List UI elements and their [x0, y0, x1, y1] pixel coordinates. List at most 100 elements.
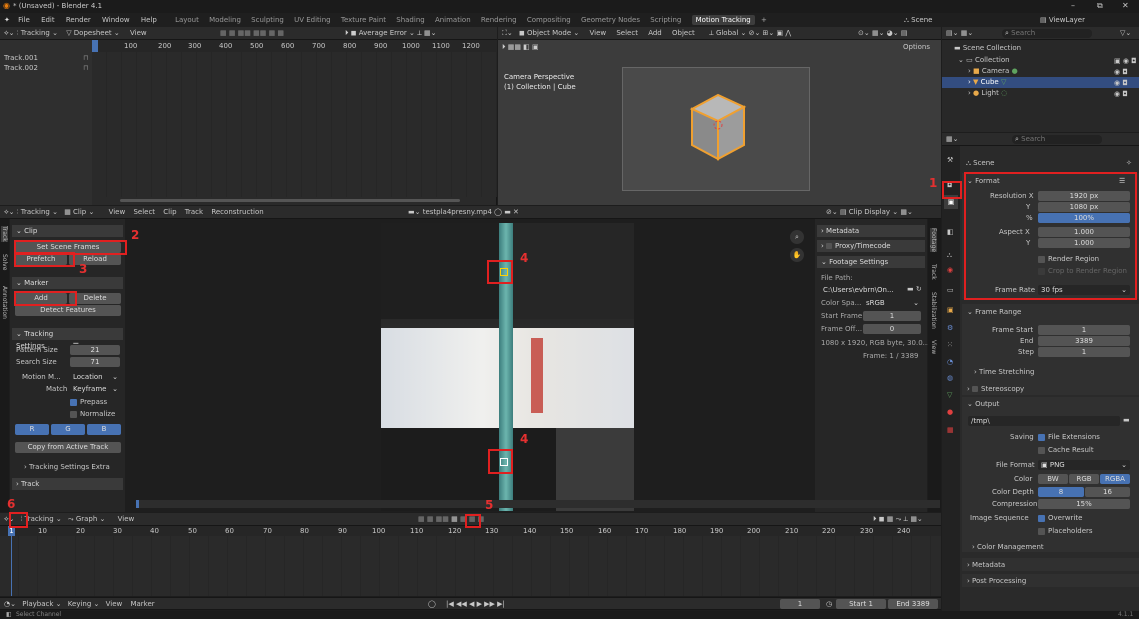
- frame-range-header[interactable]: ⌄ Frame Range: [967, 308, 1021, 316]
- color-rgb-button[interactable]: RGB: [1069, 474, 1099, 484]
- file-extensions-checkbox[interactable]: File Extensions: [1038, 433, 1100, 441]
- material-tab-icon[interactable]: ●: [947, 408, 953, 416]
- tab-texture-paint[interactable]: Texture Paint: [341, 13, 386, 27]
- clip-file-selector[interactable]: ▬⌄ testpla4presny.mp4 ◯ ▬ ✕: [408, 206, 519, 219]
- scene-selector[interactable]: ⛬ Scene: [904, 13, 932, 27]
- tracking-settings-extra-header[interactable]: › Tracking Settings Extra: [24, 463, 110, 471]
- view-layer-tab-icon[interactable]: ◧: [947, 228, 954, 236]
- post-processing-header[interactable]: › Post Processing: [967, 577, 1026, 585]
- copy-from-active-track-button[interactable]: Copy from Active Track: [15, 442, 121, 453]
- tab-solve[interactable]: Solve: [1, 254, 8, 270]
- tab-rendering[interactable]: Rendering: [481, 13, 517, 27]
- tab-geometry-nodes[interactable]: Geometry Nodes: [581, 13, 640, 27]
- clip-mode[interactable]: ⦙ Tracking ⌄: [17, 208, 60, 216]
- time-stretching-header[interactable]: › Time Stretching: [974, 368, 1034, 376]
- cache-result-checkbox[interactable]: Cache Result: [1038, 446, 1094, 454]
- menu-help[interactable]: Help: [141, 13, 157, 27]
- clip-menu-track[interactable]: Track: [185, 208, 203, 216]
- tab-scripting[interactable]: Scripting: [650, 13, 681, 27]
- data-tab-icon[interactable]: ▽: [947, 391, 952, 399]
- tab-shading[interactable]: Shading: [396, 13, 424, 27]
- tab-sculpting[interactable]: Sculpting: [251, 13, 284, 27]
- channel-toggle-icon[interactable]: ⊓: [83, 54, 88, 62]
- tab-footage[interactable]: Footage: [930, 228, 937, 253]
- clip-editor-icon[interactable]: ⟡⌄: [4, 208, 17, 216]
- properties-search[interactable]: ⌕ Search: [1012, 135, 1102, 144]
- world-tab-icon[interactable]: ◉: [947, 266, 953, 274]
- timeline-view-menu[interactable]: View: [106, 600, 123, 608]
- frame-end-field[interactable]: 3389: [1038, 336, 1130, 346]
- channel-g-button[interactable]: G: [51, 424, 85, 435]
- viewport-shading-icons[interactable]: ⊙⌄ ▦⌄ ◕⌄ ▤: [858, 27, 907, 40]
- menu-file[interactable]: File: [18, 13, 30, 27]
- close-button[interactable]: ✕: [1122, 1, 1129, 10]
- stereoscopy-header[interactable]: › Stereoscopy: [967, 385, 1024, 393]
- texture-tab-icon[interactable]: ▦: [947, 426, 954, 434]
- track-channel[interactable]: Track.001: [4, 54, 38, 62]
- clip-timeline-strip[interactable]: [136, 500, 940, 508]
- 3d-viewport[interactable]: ⛶⌄ ◼ Object Mode ⌄ View Select Add Objec…: [498, 27, 941, 205]
- viewport-menu-object[interactable]: Object: [672, 29, 695, 37]
- tool-icons[interactable]: ⏵ ▦▦ ◧ ▣: [502, 43, 539, 51]
- scene-tab-icon[interactable]: ⛬: [947, 251, 952, 260]
- collection-tab-icon[interactable]: ▭: [947, 286, 954, 294]
- metadata-header[interactable]: › Metadata: [967, 561, 1005, 569]
- dopesheet-type[interactable]: ▽ Dopesheet ⌄: [66, 29, 120, 37]
- timeline-marker-menu[interactable]: Marker: [130, 600, 154, 608]
- orientation-selector[interactable]: ⟂ Global ⌄ ⊘⌄ ⊞⌄ ▣ ⋀: [709, 29, 791, 37]
- frame-step-field[interactable]: 1: [1038, 347, 1130, 357]
- clip-section-header[interactable]: ⌄ Clip: [12, 225, 123, 237]
- footage-settings-section[interactable]: ⌄ Footage Settings: [817, 256, 925, 268]
- clip-display-menu[interactable]: ⊘⌄ ▤ Clip Display ⌄ ▦⌄: [826, 206, 913, 219]
- clip-menu-reconstruction[interactable]: Reconstruction: [211, 208, 263, 216]
- physics-tab-icon[interactable]: ◔: [947, 358, 953, 366]
- color-depth-16-button[interactable]: 16: [1085, 487, 1130, 497]
- outliner-item-camera[interactable]: › ■ Camera ●: [968, 67, 1018, 75]
- prepass-checkbox[interactable]: Prepass: [70, 398, 107, 406]
- output-path-field[interactable]: /tmp\: [968, 416, 1120, 426]
- frame-offset-field[interactable]: 0: [863, 324, 921, 334]
- pin-icon[interactable]: ✧: [1126, 159, 1132, 167]
- color-depth-8-button[interactable]: 8: [1038, 487, 1084, 497]
- tab-modeling[interactable]: Modeling: [209, 13, 241, 27]
- scene-collection-item[interactable]: ▬ Scene Collection: [954, 44, 1021, 52]
- stopwatch-icon[interactable]: ◷: [826, 598, 832, 611]
- end-frame-field[interactable]: End 3389: [888, 599, 938, 609]
- graph-view-type[interactable]: ⤳ Graph ⌄: [68, 515, 105, 523]
- output-header[interactable]: ⌄ Output: [967, 400, 999, 408]
- menu-window[interactable]: Window: [102, 13, 130, 27]
- channel-b-button[interactable]: B: [87, 424, 121, 435]
- editor-type-icon[interactable]: ⟡⌄: [4, 29, 17, 37]
- particles-tab-icon[interactable]: ⁙: [947, 341, 953, 349]
- channel-r-button[interactable]: R: [15, 424, 49, 435]
- marker-section-header[interactable]: ⌄ Marker: [12, 277, 123, 289]
- pattern-size-field[interactable]: 21: [70, 345, 120, 355]
- channel-toggle-icon[interactable]: ⊓: [83, 64, 88, 72]
- minimize-button[interactable]: –: [1071, 1, 1075, 10]
- tab-layout[interactable]: Layout: [175, 13, 199, 27]
- outliner-item-cube[interactable]: › ▼ Cube ▽: [968, 78, 1006, 86]
- viewlayer-selector[interactable]: ▤ ViewLayer: [1040, 13, 1085, 27]
- track-section-header[interactable]: › Track: [12, 478, 123, 490]
- file-format-select[interactable]: ▣ PNG ⌄: [1038, 460, 1130, 470]
- color-management-header[interactable]: › Color Management: [972, 543, 1044, 551]
- timeline-editor-icon[interactable]: ◔⌄: [4, 600, 18, 608]
- outliner-item-collection[interactable]: ⌄ ▭ Collection: [958, 56, 1010, 64]
- outliner-item-light[interactable]: › ● Light ◌: [968, 89, 1007, 97]
- filter-icon[interactable]: ▽⌄: [1120, 27, 1131, 40]
- dopesheet-view-menu[interactable]: View: [130, 29, 147, 37]
- color-rgba-button[interactable]: RGBA: [1100, 474, 1130, 484]
- track-channel[interactable]: Track.002: [4, 64, 38, 72]
- clip-menu-select[interactable]: Select: [133, 208, 155, 216]
- proxy-section[interactable]: › Proxy/Timecode: [817, 240, 925, 252]
- dopesheet-mode[interactable]: ⦙ Tracking ⌄: [17, 29, 60, 37]
- dopesheet-area[interactable]: [92, 52, 497, 197]
- overwrite-checkbox[interactable]: Overwrite: [1038, 514, 1082, 522]
- clip-view-type[interactable]: ▦ Clip ⌄: [64, 208, 94, 216]
- object-tab-icon[interactable]: ▣: [947, 306, 954, 314]
- clip-menu-view[interactable]: View: [109, 208, 126, 216]
- object-mode-selector[interactable]: ◼ Object Mode ⌄: [519, 29, 579, 37]
- playback-controls[interactable]: |◀ ◀◀ ◀ ▶ ▶▶ ▶|: [446, 598, 505, 611]
- record-icon[interactable]: ◯: [428, 598, 436, 611]
- tab-uv-editing[interactable]: UV Editing: [294, 13, 331, 27]
